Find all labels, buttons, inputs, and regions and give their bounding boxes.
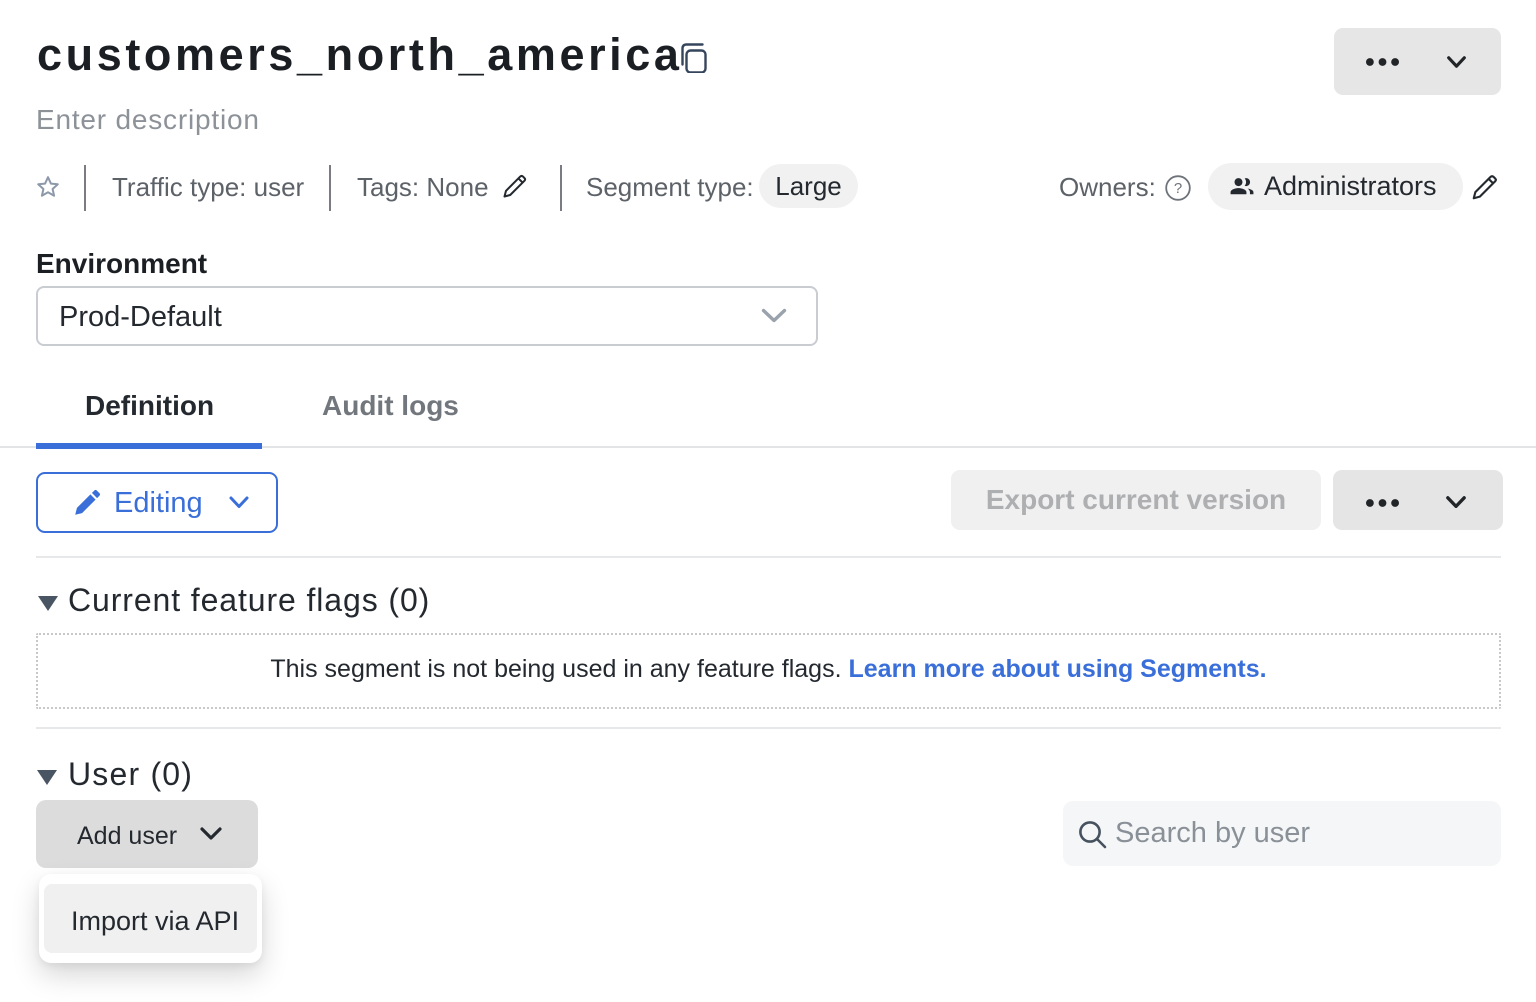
svg-text:?: ? bbox=[1174, 180, 1182, 197]
